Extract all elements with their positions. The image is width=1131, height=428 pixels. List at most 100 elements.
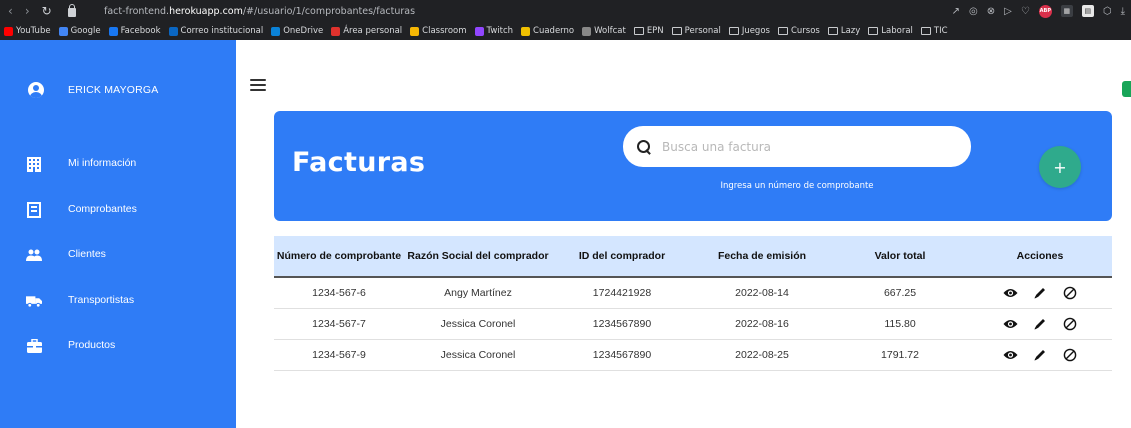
view-icon[interactable] [1002, 316, 1018, 332]
puzzle-icon[interactable]: ⬡ [1103, 6, 1112, 17]
briefcase-icon [26, 338, 42, 354]
search-icon [637, 139, 651, 154]
menu-toggle-icon[interactable] [250, 79, 266, 93]
bookmark-item[interactable]: TIC [920, 26, 948, 36]
back-icon[interactable]: ‹ [8, 4, 13, 18]
bookmark-item[interactable]: Facebook [108, 26, 161, 36]
view-icon[interactable] [1002, 347, 1018, 363]
download-icon[interactable]: ⤓ [1121, 6, 1125, 17]
bookmark-label: TIC [933, 26, 948, 36]
edit-icon[interactable] [1032, 285, 1048, 301]
sidebar-item-transportistas[interactable]: Transportistas [0, 291, 236, 311]
bookmark-item[interactable]: Classroom [410, 26, 467, 36]
bookmark-label: Correo institucional [180, 26, 264, 36]
bookmark-item[interactable]: Juegos [728, 26, 770, 36]
shield-icon[interactable]: ⊗ [987, 6, 995, 17]
bookmark-item[interactable]: Wolfcat [582, 26, 626, 36]
bookmark-item[interactable]: Correo institucional [168, 26, 264, 36]
row-actions [968, 340, 1112, 370]
people-icon [26, 247, 42, 263]
bookmark-label: Personal [684, 26, 721, 36]
sidebar-item-clientes[interactable]: Clientes [0, 245, 236, 265]
receipt-icon [26, 202, 42, 218]
bookmark-label: OneDrive [283, 26, 324, 36]
edit-icon[interactable] [1032, 316, 1048, 332]
bookmark-item[interactable]: Cuaderno [521, 26, 574, 36]
add-invoice-button[interactable]: + [1039, 146, 1081, 188]
user-name: ERICK MAYORGA [68, 84, 159, 96]
bookmark-label: Área personal [343, 26, 403, 36]
bookmark-label: EPN [646, 26, 664, 36]
cell-razon-social: Jessica Coronel [440, 349, 516, 361]
view-icon[interactable] [1002, 285, 1018, 301]
cell-valor: 1791.72 [881, 349, 919, 361]
facturas-header: Facturas Ingresa un número de comprobant… [274, 111, 1112, 221]
sidebar-item-label: Productos [68, 339, 116, 351]
bookmark-label: Laboral [881, 26, 913, 36]
search-box[interactable] [623, 126, 971, 167]
table-row: 1234-567-7 Jessica Coronel 1234567890 2022-… [274, 309, 1112, 340]
sidebar-item-mi-informacion[interactable]: Mi información [0, 154, 236, 174]
extension-badge-icon[interactable] [1122, 81, 1131, 97]
cell-numero: 1234-567-7 [312, 318, 366, 330]
folder-icon [633, 27, 644, 35]
row-actions [968, 309, 1112, 339]
bookmark-label: Cuaderno [533, 26, 575, 36]
table-body: 1234-567-6 Angy Martínez 1724421928 2022-08… [274, 278, 1112, 371]
sidebar-item-productos[interactable]: Productos [0, 336, 236, 356]
address-bar[interactable]: fact-frontend.herokuapp.com/#/usuario/1/… [104, 6, 415, 17]
sidebar: ERICK MAYORGA Mi información Comprobante… [0, 40, 236, 428]
url-prefix: fact-frontend. [104, 5, 170, 17]
favicon-icon [474, 26, 484, 36]
sidebar-item-comprobantes[interactable]: Comprobantes [0, 200, 236, 220]
cell-valor: 115.80 [884, 318, 916, 330]
bookmark-label: Classroom [422, 26, 467, 36]
cell-id-comprador: 1234567890 [592, 318, 652, 330]
reader-icon[interactable]: ▤ [1081, 5, 1094, 17]
bookmark-item[interactable]: Twitch [474, 26, 513, 36]
bookmark-item[interactable]: Lazy [827, 26, 860, 36]
favicon-icon [58, 26, 68, 36]
cancel-icon[interactable] [1062, 316, 1078, 332]
cancel-icon[interactable] [1062, 347, 1078, 363]
folder-icon [728, 27, 739, 35]
bookmarks-bar: YouTube Google Facebook Correo instituciona… [0, 22, 1131, 40]
search-hint: Ingresa un número de comprobante [720, 181, 874, 191]
sidebar-item-label: Mi información [68, 157, 137, 169]
camera-icon[interactable]: ◎ [969, 6, 978, 17]
column-header-razon-social: Razón Social del comprador [407, 250, 549, 262]
bookmark-item[interactable]: Área personal [331, 26, 402, 36]
reload-icon[interactable]: ↻ [42, 4, 52, 18]
cell-fecha: 2022-08-25 [735, 349, 789, 361]
forward-icon[interactable]: › [25, 4, 30, 18]
browser-nav: ‹ › ↻ [0, 3, 104, 18]
sidebar-item-label: Comprobantes [68, 203, 137, 215]
bookmark-item[interactable]: Cursos [777, 26, 820, 36]
bookmark-label: YouTube [16, 26, 51, 36]
favicon-icon [521, 26, 531, 36]
extension-icon[interactable]: ▦ [1060, 5, 1073, 17]
building-icon [26, 156, 42, 172]
invoices-table: Número de comprobante Razón Social del c… [274, 236, 1112, 371]
bookmark-item[interactable]: OneDrive [271, 26, 323, 36]
cancel-icon[interactable] [1062, 285, 1078, 301]
bookmark-item[interactable]: Google [58, 26, 101, 36]
bookmark-item[interactable]: YouTube [4, 26, 51, 36]
bookmark-label: Cursos [790, 26, 820, 36]
share-icon[interactable]: ↗ [952, 6, 960, 17]
play-icon[interactable]: ▷ [1004, 6, 1012, 17]
cell-numero: 1234-567-6 [312, 287, 366, 299]
edit-icon[interactable] [1032, 347, 1048, 363]
cell-numero: 1234-567-9 [312, 349, 366, 361]
bookmark-item[interactable]: EPN [633, 26, 664, 36]
adblock-icon[interactable]: ABP [1038, 4, 1052, 18]
search-input[interactable] [662, 139, 952, 154]
bookmark-item[interactable]: Personal [671, 26, 721, 36]
lock-icon[interactable] [67, 3, 76, 17]
favicon-icon [4, 26, 13, 36]
truck-icon [26, 293, 42, 309]
heart-icon[interactable]: ♡ [1021, 6, 1030, 17]
sidebar-item-label: Clientes [68, 248, 106, 260]
bookmark-item[interactable]: Laboral [868, 26, 913, 36]
cell-fecha: 2022-08-16 [735, 318, 789, 330]
